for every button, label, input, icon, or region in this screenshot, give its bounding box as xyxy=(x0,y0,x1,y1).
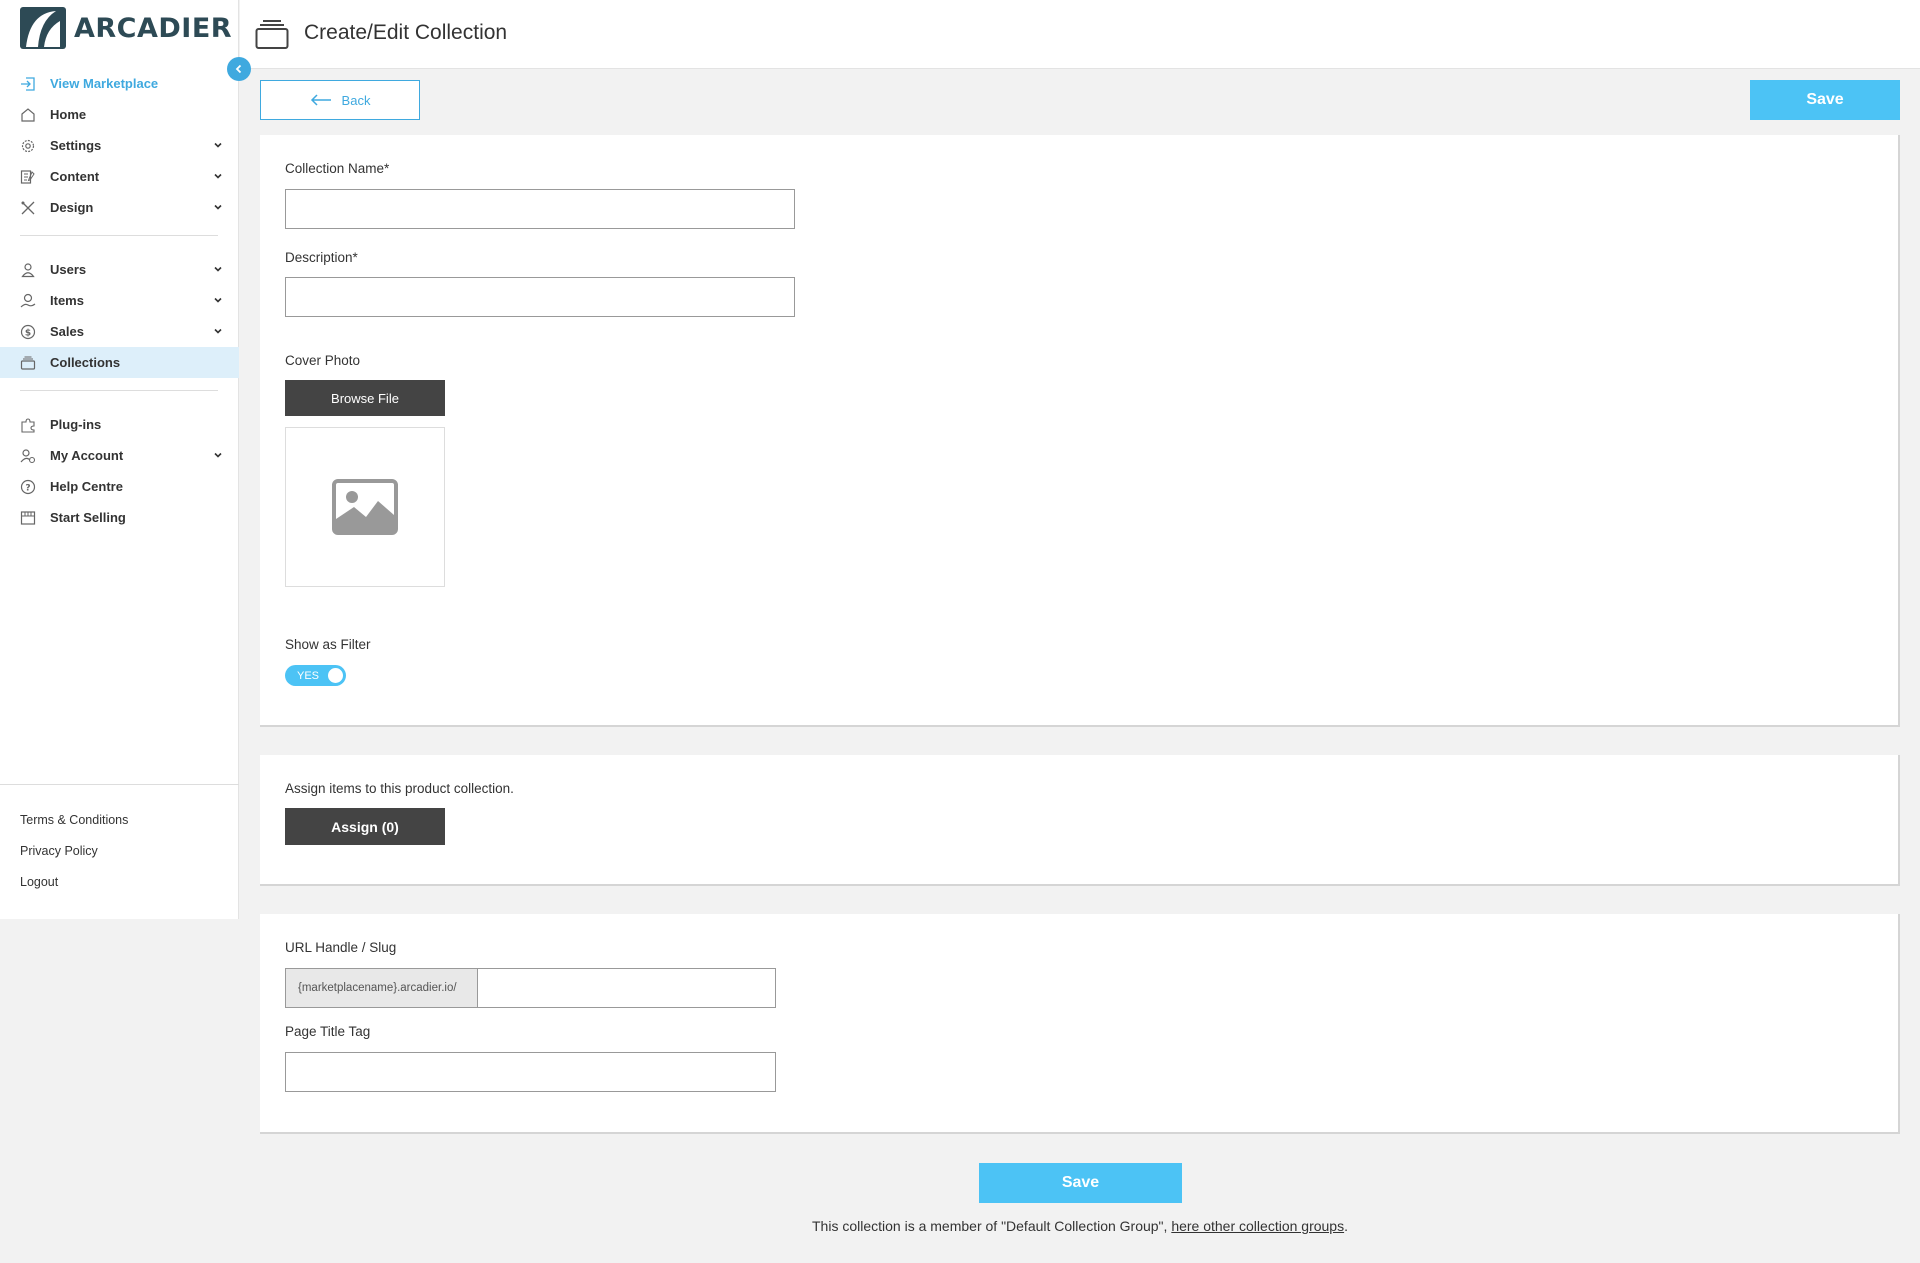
assign-text: Assign items to this product collection. xyxy=(285,781,514,796)
show-as-filter-toggle[interactable]: YES xyxy=(285,665,346,686)
sidebar-item-sales[interactable]: $ Sales xyxy=(0,316,239,347)
page-title-tag-label: Page Title Tag xyxy=(285,1024,371,1039)
collections-icon xyxy=(255,20,289,49)
url-handle-input[interactable] xyxy=(477,968,776,1008)
sidebar-item-content[interactable]: Content xyxy=(0,161,239,192)
sidebar-item-home[interactable]: Home xyxy=(0,99,239,130)
privacy-link[interactable]: Privacy Policy xyxy=(20,844,98,858)
collection-group-note: This collection is a member of "Default … xyxy=(0,1218,1920,1234)
collection-name-input[interactable] xyxy=(285,189,795,229)
sidebar-item-my-account[interactable]: My Account xyxy=(0,440,239,471)
back-button[interactable]: Back xyxy=(260,80,420,120)
sidebar-item-label: Plug-ins xyxy=(50,417,102,432)
chevron-left-icon xyxy=(235,64,242,74)
sidebar-item-view-marketplace[interactable]: View Marketplace xyxy=(0,68,239,99)
collection-name-label: Collection Name* xyxy=(285,161,390,176)
content-icon xyxy=(20,169,36,185)
collapse-sidebar-button[interactable] xyxy=(227,57,251,81)
help-icon: ? xyxy=(20,479,36,495)
sidebar-item-design[interactable]: Design xyxy=(0,192,239,223)
assign-items-panel: Assign items to this product collection.… xyxy=(260,755,1900,886)
note-prefix: This collection is a member of "Default … xyxy=(812,1218,1172,1234)
terms-link[interactable]: Terms & Conditions xyxy=(20,813,128,827)
arcadier-logo-icon xyxy=(20,7,66,49)
store-icon xyxy=(20,510,36,526)
nav-divider xyxy=(20,390,218,391)
sidebar-item-help-centre[interactable]: ? Help Centre xyxy=(0,471,239,502)
logout-link[interactable]: Logout xyxy=(20,875,58,889)
collection-form-panel: Collection Name* Description* Cover Phot… xyxy=(260,135,1900,727)
chevron-down-icon xyxy=(214,452,222,458)
sidebar: ARCADIER View Marketplace Home Settings … xyxy=(0,0,251,919)
page-title-tag-input[interactable] xyxy=(285,1052,776,1092)
sidebar-item-label: My Account xyxy=(50,448,124,463)
sidebar-item-label: Start Selling xyxy=(50,510,126,525)
puzzle-icon xyxy=(20,417,36,433)
sidebar-item-label: Home xyxy=(50,107,87,122)
design-icon xyxy=(20,200,36,216)
note-suffix: . xyxy=(1344,1218,1348,1234)
svg-text:$: $ xyxy=(25,328,31,338)
sidebar-item-users[interactable]: Users xyxy=(0,254,239,285)
sidebar-item-label: View Marketplace xyxy=(50,76,159,91)
sidebar-item-plugins[interactable]: Plug-ins xyxy=(0,409,239,440)
browse-file-button[interactable]: Browse File xyxy=(285,380,445,416)
gear-icon xyxy=(20,138,36,154)
toggle-knob xyxy=(328,668,343,683)
sidebar-item-label: Settings xyxy=(50,138,102,153)
logo[interactable]: ARCADIER xyxy=(20,7,232,49)
sidebar-item-label: Content xyxy=(50,169,100,184)
save-button-top[interactable]: Save xyxy=(1750,80,1900,120)
description-input[interactable] xyxy=(285,277,795,317)
account-icon xyxy=(20,448,36,464)
page-header: Create/Edit Collection xyxy=(240,0,1920,69)
sidebar-footer: Terms & Conditions Privacy Policy Logout xyxy=(0,784,239,919)
chevron-down-icon xyxy=(214,297,222,303)
description-label: Description* xyxy=(285,250,358,265)
sidebar-item-collections[interactable]: Collections xyxy=(0,347,239,378)
sidebar-item-label: Items xyxy=(50,293,84,308)
home-icon xyxy=(20,107,36,123)
collections-icon xyxy=(20,355,36,371)
logo-text: ARCADIER xyxy=(74,12,233,44)
sidebar-item-label: Collections xyxy=(50,355,121,370)
chevron-down-icon xyxy=(214,142,222,148)
page-title: Create/Edit Collection xyxy=(304,21,508,44)
sidebar-item-label: Design xyxy=(50,200,94,215)
nav-divider xyxy=(20,235,218,236)
sidebar-item-settings[interactable]: Settings xyxy=(0,130,239,161)
assign-button[interactable]: Assign (0) xyxy=(285,808,445,845)
toggle-label: YES xyxy=(297,669,320,682)
arrow-left-icon xyxy=(310,94,331,106)
sidebar-item-items[interactable]: Items xyxy=(0,285,239,316)
seo-panel: URL Handle / Slug {marketplacename}.arca… xyxy=(260,914,1900,1134)
cover-photo-label: Cover Photo xyxy=(285,353,361,368)
sidebar-item-label: Help Centre xyxy=(50,479,123,494)
svg-text:?: ? xyxy=(25,483,30,493)
show-as-filter-label: Show as Filter xyxy=(285,637,371,652)
cover-photo-preview[interactable] xyxy=(285,427,445,587)
chevron-down-icon xyxy=(214,266,222,272)
chevron-down-icon xyxy=(214,204,222,210)
dollar-icon: $ xyxy=(20,324,36,340)
image-placeholder-icon xyxy=(332,479,398,535)
save-button-bottom[interactable]: Save xyxy=(979,1163,1182,1203)
enter-icon xyxy=(20,76,36,92)
chevron-down-icon xyxy=(214,328,222,334)
items-icon xyxy=(20,293,36,309)
other-collection-groups-link[interactable]: here other collection groups xyxy=(1171,1218,1344,1234)
back-label: Back xyxy=(341,92,371,108)
url-handle-label: URL Handle / Slug xyxy=(285,940,397,955)
sidebar-item-start-selling[interactable]: Start Selling xyxy=(0,502,239,533)
sidebar-item-label: Users xyxy=(50,262,87,277)
user-icon xyxy=(20,262,36,278)
chevron-down-icon xyxy=(214,173,222,179)
sidebar-item-label: Sales xyxy=(50,324,84,339)
url-prefix: {marketplacename}.arcadier.io/ xyxy=(285,968,478,1008)
